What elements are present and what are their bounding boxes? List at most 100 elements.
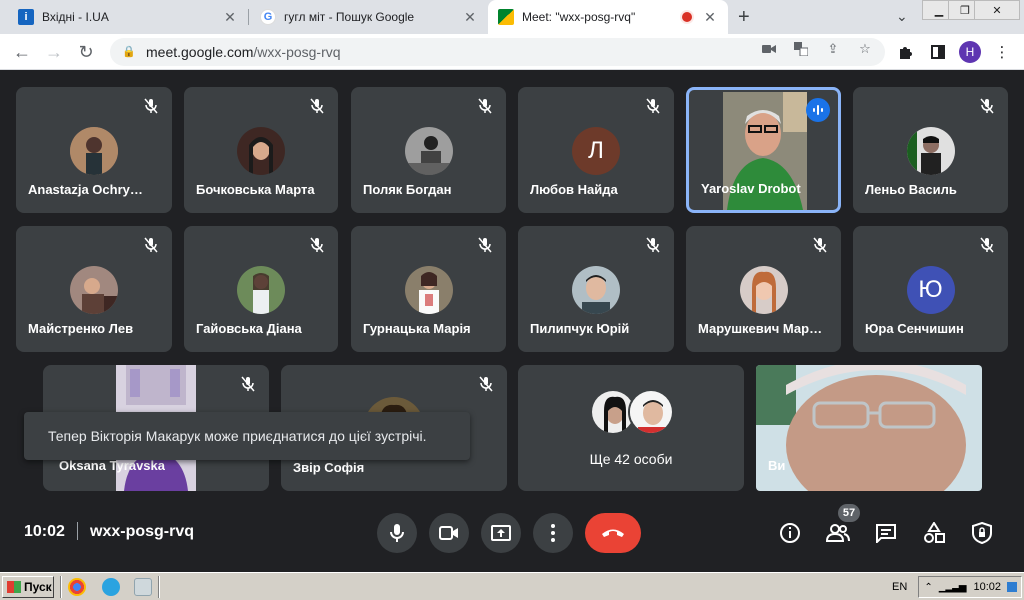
- activities-shapes-icon: [924, 522, 945, 543]
- avatar: [404, 127, 453, 175]
- translate-icon[interactable]: [792, 40, 810, 58]
- chrome-icon[interactable]: [68, 578, 86, 596]
- lock-icon: 🔒: [122, 46, 136, 58]
- meet-icon: [498, 9, 514, 25]
- notification-icon[interactable]: [1007, 582, 1017, 592]
- os-taskbar: Пуск EN ⌃ ▁▂▃▅ 10:02: [0, 572, 1024, 600]
- mic-off-icon: [980, 98, 994, 114]
- i-ua-icon: i: [18, 9, 34, 25]
- people-button[interactable]: [825, 520, 851, 546]
- telegram-icon[interactable]: [102, 578, 120, 596]
- avatar: [628, 389, 674, 435]
- speaking-indicator-icon: [806, 98, 830, 122]
- participant-name: Anastazja Ochry…: [28, 182, 143, 197]
- mic-off-icon: [310, 98, 324, 114]
- participant-tile[interactable]: Л Любов Найда: [518, 87, 674, 213]
- more-vert-icon[interactable]: ⋮: [992, 42, 1012, 62]
- divider: [60, 576, 62, 598]
- info-icon: [780, 523, 800, 543]
- meeting-details-button[interactable]: [777, 520, 803, 546]
- chevron-down-icon[interactable]: ⌄: [896, 8, 908, 25]
- meet-stage: Anastazja Ochry… Бочковська Марта Поляк …: [0, 71, 1024, 572]
- participant-tile[interactable]: Леньо Василь: [853, 87, 1008, 213]
- mic-off-icon: [144, 237, 158, 253]
- participant-name: Леньо Василь: [865, 182, 957, 197]
- side-panel-icon[interactable]: [928, 42, 948, 62]
- participant-tile[interactable]: Майстренко Лев: [16, 226, 172, 352]
- chat-button[interactable]: [873, 520, 899, 546]
- google-icon: G: [260, 9, 276, 25]
- host-controls-button[interactable]: [969, 520, 995, 546]
- tab-title: Вхідні - I.UA: [42, 10, 109, 24]
- avatar: [237, 127, 285, 175]
- browser-toolbar: ← → ↻ 🔒 meet.google.com/wxx-posg-rvq ⇪ ☆…: [0, 34, 1024, 70]
- tab-meet[interactable]: Meet: "wxx-posg-rvq" ✕: [488, 0, 728, 34]
- mic-off-icon: [813, 237, 827, 253]
- app-icon[interactable]: [134, 578, 152, 596]
- leave-call-button[interactable]: [585, 513, 641, 553]
- participant-tile[interactable]: Гурнацька Марія: [351, 226, 506, 352]
- more-participants-label: Ще 42 особи: [589, 451, 673, 467]
- profile-avatar[interactable]: H: [959, 41, 981, 63]
- participant-name: Yaroslav Drobot: [701, 181, 801, 196]
- camera-button[interactable]: [429, 513, 469, 553]
- mic-off-icon: [241, 376, 255, 392]
- people-icon: [826, 524, 850, 542]
- mic-off-icon: [478, 237, 492, 253]
- microphone-button[interactable]: [377, 513, 417, 553]
- signal-bars-icon[interactable]: ▁▂▃▅: [939, 582, 967, 593]
- system-tray: ⌃ ▁▂▃▅ 10:02: [918, 576, 1022, 598]
- more-options-button[interactable]: [533, 513, 573, 553]
- recording-icon: [682, 12, 692, 22]
- activities-button[interactable]: [921, 520, 947, 546]
- participant-tile[interactable]: Марушкевич Мар…: [686, 226, 841, 352]
- divider: [77, 522, 78, 540]
- extensions-puzzle-icon[interactable]: [896, 42, 916, 62]
- chevron-up-icon[interactable]: ⌃: [924, 582, 932, 593]
- participant-tile[interactable]: Гайовська Діана: [184, 226, 338, 352]
- present-screen-button[interactable]: [481, 513, 521, 553]
- participant-name: Звір Софія: [293, 460, 365, 475]
- reload-icon[interactable]: ↻: [74, 40, 98, 64]
- participant-name: Oksana Tyravska: [59, 458, 165, 473]
- self-label: Ви: [768, 458, 786, 473]
- close-tab-icon[interactable]: ✕: [702, 9, 718, 26]
- close-tab-icon[interactable]: ✕: [462, 9, 478, 26]
- participant-tile[interactable]: Anastazja Ochry…: [16, 87, 172, 213]
- clock: 10:02: [973, 581, 1001, 593]
- participant-name: Гайовська Діана: [196, 321, 302, 336]
- avatar: [572, 266, 620, 314]
- mic-off-icon: [478, 98, 492, 114]
- close-tab-icon[interactable]: ✕: [222, 9, 238, 26]
- participant-tile[interactable]: Пилипчук Юрій: [518, 226, 674, 352]
- mic-off-icon: [646, 237, 660, 253]
- microphone-icon: [390, 524, 404, 542]
- back-arrow-icon[interactable]: ←: [10, 40, 34, 64]
- avatar: [237, 266, 285, 314]
- tab-iua[interactable]: i Вхідні - I.UA ✕: [8, 0, 248, 34]
- participant-name: Майстренко Лев: [28, 321, 134, 336]
- participant-tile-speaking[interactable]: Yaroslav Drobot: [686, 87, 841, 213]
- avatar-initial: Ю: [906, 266, 955, 314]
- close-window-icon[interactable]: ✕: [974, 0, 1020, 20]
- avatar: [70, 127, 118, 175]
- tab-google-search[interactable]: G гугл міт - Пошук Google ✕: [250, 0, 488, 34]
- new-tab-icon[interactable]: +: [738, 6, 750, 29]
- mic-off-icon: [144, 98, 158, 114]
- participant-tile[interactable]: Поляк Богдан: [351, 87, 506, 213]
- self-view-tile[interactable]: Ви: [756, 365, 982, 491]
- bookmark-star-icon[interactable]: ☆: [856, 40, 874, 58]
- meeting-code: wxx-posg-rvq: [90, 523, 195, 540]
- start-button[interactable]: Пуск: [2, 576, 54, 598]
- more-participants-tile[interactable]: Ще 42 особи: [518, 365, 744, 491]
- participant-tile[interactable]: Бочковська Марта: [184, 87, 338, 213]
- forward-arrow-icon[interactable]: →: [42, 40, 66, 64]
- language-indicator[interactable]: EN: [892, 581, 907, 593]
- share-icon[interactable]: ⇪: [824, 40, 842, 58]
- participant-name: Гурнацька Марія: [363, 321, 471, 336]
- avatar-initial: Л: [572, 127, 620, 175]
- participant-tile[interactable]: Ю Юра Сенчишин: [853, 226, 1008, 352]
- participant-name: Бочковська Марта: [196, 182, 315, 197]
- url-path: /wxx-posg-rvq: [253, 44, 341, 60]
- camera-icon[interactable]: [760, 40, 778, 58]
